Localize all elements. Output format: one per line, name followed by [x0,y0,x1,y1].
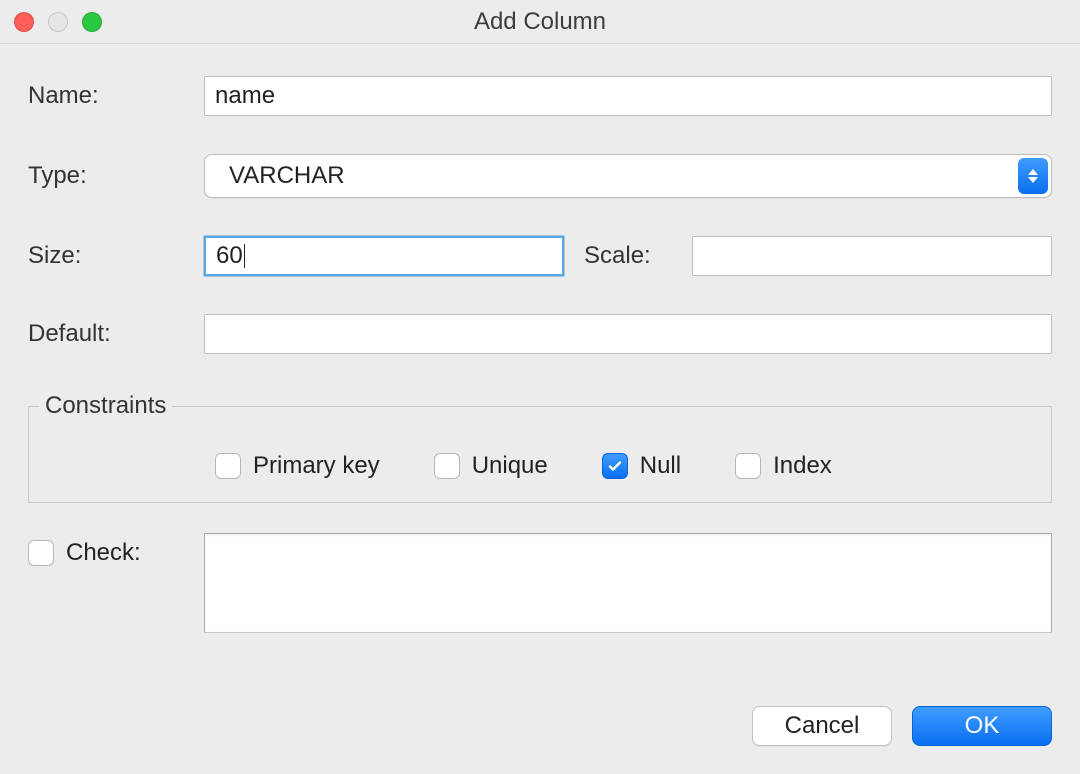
type-select[interactable]: VARCHAR [204,154,1052,198]
size-input[interactable]: 60 [204,236,564,276]
constraints-group: Constraints Primary key Unique [28,392,1052,503]
checkbox-box [28,540,54,566]
titlebar: Add Column [0,0,1080,44]
checkbox-box [735,453,761,479]
check-checkbox[interactable]: Check: [28,539,141,567]
dialog-content: Name: Type: VARCHAR Size: 60 Scale: De [0,44,1080,633]
stepper-arrows-icon [1018,158,1048,194]
ok-button[interactable]: OK [912,706,1052,746]
constraints-legend: Constraints [39,392,172,420]
index-label: Index [773,452,832,480]
zoom-window-button[interactable] [82,12,102,32]
chevron-up-icon [1028,169,1038,175]
name-row: Name: [28,76,1052,116]
scale-input[interactable] [692,236,1052,276]
scale-label: Scale: [584,242,692,270]
type-select-value: VARCHAR [229,162,345,190]
checkbox-box [434,453,460,479]
cancel-button[interactable]: Cancel [752,706,892,746]
null-label: Null [640,452,681,480]
close-window-button[interactable] [14,12,34,32]
check-icon [607,458,623,474]
checkbox-box [215,453,241,479]
primary-key-label: Primary key [253,452,380,480]
default-row: Default: [28,314,1052,354]
default-label: Default: [28,320,204,348]
primary-key-checkbox[interactable]: Primary key [215,452,380,480]
size-label: Size: [28,242,204,270]
unique-checkbox[interactable]: Unique [434,452,548,480]
window-title: Add Column [0,8,1080,36]
chevron-down-icon [1028,177,1038,183]
null-checkbox[interactable]: Null [602,452,681,480]
check-label: Check: [66,539,141,567]
type-label: Type: [28,162,204,190]
dialog-footer: Cancel OK [752,706,1052,746]
type-row: Type: VARCHAR [28,154,1052,198]
window-controls [14,0,102,43]
minimize-window-button[interactable] [48,12,68,32]
size-scale-row: Size: 60 Scale: [28,236,1052,276]
index-checkbox[interactable]: Index [735,452,832,480]
size-input-value: 60 [216,242,243,270]
name-label: Name: [28,82,204,110]
text-caret-icon [244,244,245,268]
check-expression-input[interactable] [204,533,1052,633]
check-row: Check: [28,533,1052,633]
name-input[interactable] [204,76,1052,116]
add-column-dialog: Add Column Name: Type: VARCHAR Size: 60 … [0,0,1080,774]
checkbox-box [602,453,628,479]
constraints-checkboxes: Primary key Unique Null [215,452,1041,480]
unique-label: Unique [472,452,548,480]
default-input[interactable] [204,314,1052,354]
